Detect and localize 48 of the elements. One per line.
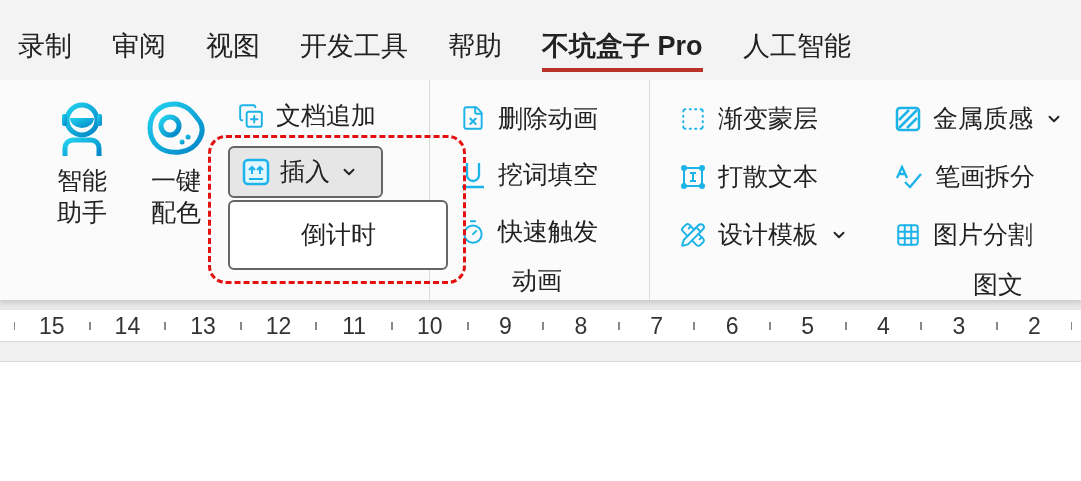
ribbon-button[interactable]: 金属质感 [895, 95, 1063, 143]
menu-item[interactable]: 倒计时 [292, 216, 384, 254]
ruler-number: 8 [574, 311, 588, 340]
ruler-number: 12 [265, 311, 292, 340]
palette-icon [146, 100, 206, 158]
doc-append-button[interactable]: 文档追加 [238, 92, 376, 140]
hatched-square-icon [895, 106, 921, 132]
group-label: 动画 [512, 265, 562, 297]
ruler-number: 3 [952, 311, 966, 340]
ruler-number: 15 [39, 311, 65, 340]
menu-tab[interactable]: 人工智能 [742, 26, 851, 72]
underline-icon [460, 161, 486, 190]
ruler-number: 9 [498, 311, 512, 340]
ribbon-button[interactable]: 删除动画 [460, 94, 598, 143]
ribbon-button[interactable]: 挖词填空 [460, 151, 598, 200]
copy-plus-icon [238, 103, 264, 129]
menu-tab[interactable]: 审阅 [112, 26, 166, 72]
large-ribbon-button[interactable]: 智能助手 [50, 100, 114, 228]
ribbon-button[interactable]: 设计模板 [680, 211, 848, 259]
ribbon-button[interactable]: 打散文本 [680, 153, 818, 201]
group-label: 图文 [973, 269, 1024, 300]
pencil-ruler-icon [680, 222, 706, 248]
menu-tab[interactable]: 开发工具 [300, 26, 408, 72]
file-x-icon [460, 105, 486, 132]
dashed-square-icon [680, 106, 706, 132]
ruler-number: 10 [416, 311, 443, 340]
stroke-split-icon [895, 164, 923, 190]
menu-tab[interactable]: 视图 [206, 26, 260, 72]
large-ribbon-button[interactable]: 一键配色 [144, 100, 208, 228]
ribbon-button[interactable]: 渐变蒙层 [680, 95, 818, 143]
ruler-number: 13 [190, 311, 216, 340]
ruler-number: 6 [725, 311, 739, 340]
text-frame-icon [680, 164, 706, 190]
ruler-number: 11 [342, 311, 367, 340]
ribbon-button[interactable]: 快速触发 [460, 208, 598, 257]
ruler-number: 14 [114, 311, 141, 340]
ribbon-button[interactable]: 图片分割 [895, 211, 1033, 259]
ruler-number: 2 [1028, 311, 1041, 340]
menu-tab[interactable]: 录制 [18, 26, 72, 72]
ruler-number: 4 [876, 311, 890, 340]
ribbon-button[interactable]: 笔画拆分 [895, 153, 1035, 201]
insert-dropdown-button[interactable]: 插入 [228, 146, 383, 198]
ruler-number: 5 [801, 311, 815, 340]
ruler-number: 7 [650, 311, 663, 340]
menu-tab[interactable]: 帮助 [448, 26, 502, 72]
insert-icon [242, 158, 270, 186]
menu-tab[interactable]: 不坑盒子 Pro [542, 26, 703, 72]
grid-icon [895, 222, 921, 248]
